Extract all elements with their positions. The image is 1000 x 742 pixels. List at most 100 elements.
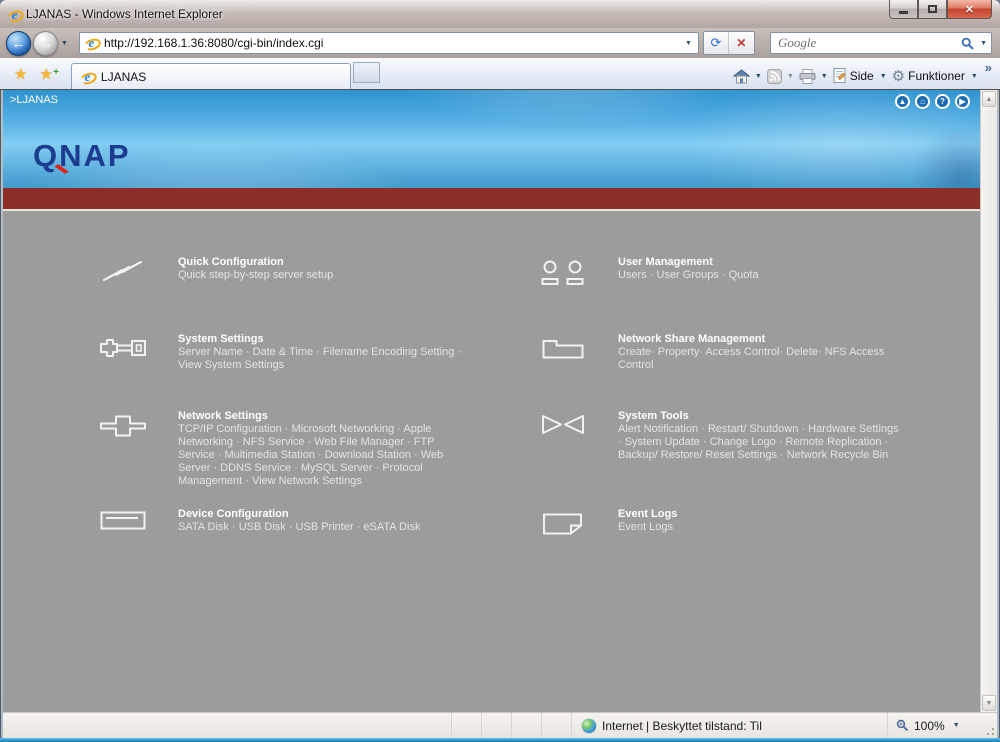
item-title[interactable]: Network Share Management	[618, 333, 904, 346]
address-bar[interactable]: e http://192.168.1.36:8080/cgi-bin/index…	[79, 32, 699, 54]
internet-globe-icon	[582, 719, 596, 733]
zoom-level: 100%	[914, 719, 945, 733]
tab-favicon: e	[80, 68, 95, 86]
browser-window: e LJANAS - Windows Internet Explorer ✕ ←…	[0, 0, 1000, 742]
page-menu-label[interactable]: Side	[849, 69, 875, 83]
home-dropdown[interactable]: ▼	[752, 73, 765, 80]
gear-icon[interactable]: ⚙	[892, 69, 905, 84]
refresh-button[interactable]: ⟳	[704, 32, 729, 54]
item-links[interactable]: Alert Notification · Restart/ Shutdown ·…	[618, 423, 904, 462]
add-favorite-icon[interactable]: ★+	[33, 65, 62, 89]
url-text[interactable]: http://192.168.1.36:8080/cgi-bin/index.c…	[104, 36, 681, 50]
address-dropdown[interactable]: ▼	[681, 40, 696, 47]
item-title[interactable]: User Management	[618, 256, 904, 269]
help-circle-icon[interactable]: ?	[935, 94, 950, 109]
search-dropdown[interactable]: ▼	[974, 40, 987, 47]
home-icon[interactable]	[733, 69, 750, 84]
bowtie-icon	[535, 410, 591, 462]
qnap-page: >LJANAS ▲ ⌂ ? ▶ QNAP	[3, 90, 980, 712]
ie-logo-icon: e	[7, 6, 22, 24]
command-buttons: ▼ ▼ ▼ Side ▼	[733, 68, 981, 89]
forward-circle-icon[interactable]: ▶	[955, 94, 970, 109]
forward-button[interactable]: →	[33, 31, 58, 56]
status-spacer	[3, 713, 451, 738]
page-favicon: e	[84, 34, 99, 52]
window-title: LJANAS - Windows Internet Explorer	[26, 7, 223, 21]
status-cell	[451, 713, 481, 738]
zoom-magnifier-icon	[896, 719, 909, 732]
up-circle-icon[interactable]: ▲	[895, 94, 910, 109]
item-links[interactable]: SATA Disk · USB Disk · USB Printer · eSA…	[178, 521, 464, 534]
favorites-icon[interactable]: ★	[6, 65, 33, 89]
search-icon[interactable]	[961, 37, 974, 50]
page-menu-dropdown[interactable]: ▼	[877, 73, 890, 80]
back-arrow-icon: ←	[12, 35, 26, 51]
tools-menu-dropdown[interactable]: ▼	[968, 73, 981, 80]
item-title[interactable]: System Settings	[178, 333, 464, 346]
item-links[interactable]: Users · User Groups · Quota	[618, 269, 904, 282]
search-placeholder[interactable]: Google	[778, 35, 961, 51]
minimize-button[interactable]	[889, 0, 918, 19]
menu-item-device-configuration[interactable]: Device Configuration SATA Disk · USB Dis…	[95, 508, 535, 534]
item-title[interactable]: Device Configuration	[178, 508, 464, 521]
browser-viewport: >LJANAS ▲ ⌂ ? ▶ QNAP	[3, 90, 997, 712]
refresh-stop-group: ⟳ ✕	[703, 31, 755, 55]
vertical-scrollbar[interactable]: ▲ ▼	[980, 90, 997, 712]
item-links[interactable]: Event Logs	[618, 521, 904, 534]
stop-button[interactable]: ✕	[729, 32, 754, 54]
toolbar-overflow-chevron[interactable]: »	[981, 60, 994, 85]
item-links[interactable]: Create· Property· Access Control· Delete…	[618, 346, 904, 372]
menu-item-network-share-management[interactable]: Network Share Management Create· Propert…	[535, 333, 980, 372]
status-cell	[481, 713, 511, 738]
breadcrumb: >LJANAS	[10, 94, 58, 106]
scroll-up-icon[interactable]: ▲	[982, 91, 996, 107]
key-icon	[95, 333, 151, 372]
menu-item-user-management[interactable]: User Management Users · User Groups · Qu…	[535, 256, 980, 286]
users-icon	[535, 256, 591, 286]
item-links[interactable]: Server Name · Date & Time · Filename Enc…	[178, 346, 464, 372]
menu-item-system-settings[interactable]: System Settings Server Name · Date & Tim…	[95, 333, 535, 372]
zone-text: Internet | Beskyttet tilstand: Til	[602, 719, 762, 733]
page-icon[interactable]	[833, 68, 847, 84]
maximize-icon	[928, 5, 937, 13]
home-circle-icon[interactable]: ⌂	[915, 94, 930, 109]
tab-ljanas[interactable]: e LJANAS	[71, 63, 351, 89]
zoom-control[interactable]: 100% ▼	[887, 713, 983, 738]
back-button[interactable]: ←	[6, 31, 31, 56]
header-buttons: ▲ ⌂ ? ▶	[895, 94, 970, 109]
print-icon[interactable]	[799, 69, 816, 84]
maximize-button[interactable]	[918, 0, 947, 19]
scroll-down-icon[interactable]: ▼	[982, 695, 996, 711]
close-icon: ✕	[965, 3, 974, 16]
zoom-dropdown[interactable]: ▼	[950, 722, 963, 729]
item-links[interactable]: Quick step-by-step server setup	[178, 269, 464, 282]
tab-label: LJANAS	[101, 70, 146, 84]
window-bottom-frame	[0, 738, 1000, 742]
menu-item-network-settings[interactable]: Network Settings TCP/IP Configuration · …	[95, 410, 535, 488]
rss-icon[interactable]	[767, 69, 782, 84]
print-dropdown[interactable]: ▼	[818, 73, 831, 80]
history-dropdown[interactable]: ▼	[58, 40, 71, 47]
tab-bar: ★ ★+ e LJANAS ▼ ▼	[0, 58, 1000, 90]
item-title[interactable]: Network Settings	[178, 410, 464, 423]
folder-icon	[535, 333, 591, 372]
new-tab-button[interactable]	[353, 62, 380, 83]
item-links[interactable]: TCP/IP Configuration · Microsoft Network…	[178, 423, 464, 488]
item-title[interactable]: Quick Configuration	[178, 256, 464, 269]
log-page-icon	[535, 508, 591, 535]
item-title[interactable]: Event Logs	[618, 508, 904, 521]
resize-grip[interactable]	[983, 713, 997, 738]
menu-item-quick-configuration[interactable]: Quick Configuration Quick step-by-step s…	[95, 256, 535, 283]
menu-item-system-tools[interactable]: System Tools Alert Notification · Restar…	[535, 410, 980, 462]
tools-menu-label[interactable]: Funktioner	[907, 69, 966, 83]
forward-arrow-icon: →	[39, 35, 53, 51]
qnap-logo: QNAP	[33, 138, 131, 174]
search-box[interactable]: Google ▼	[770, 32, 992, 54]
rss-dropdown[interactable]: ▼	[784, 73, 797, 80]
menu-item-event-logs[interactable]: Event Logs Event Logs	[535, 508, 980, 535]
qnap-header-banner: >LJANAS ▲ ⌂ ? ▶ QNAP	[3, 90, 980, 188]
status-cell	[511, 713, 541, 738]
red-divider-bar	[3, 188, 980, 211]
item-title[interactable]: System Tools	[618, 410, 904, 423]
close-button[interactable]: ✕	[947, 0, 992, 19]
